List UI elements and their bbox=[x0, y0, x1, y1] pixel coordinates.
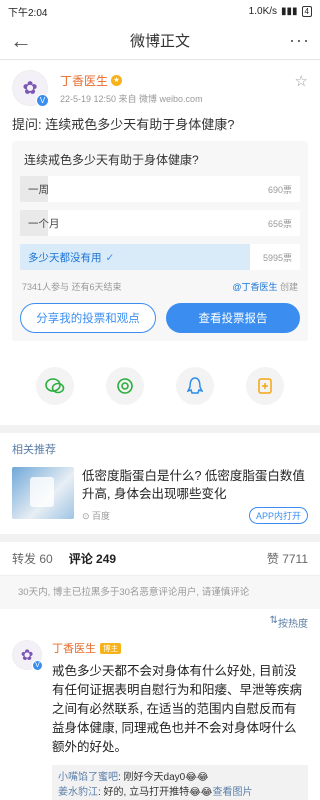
tab-likes[interactable]: 赞 7711 bbox=[267, 550, 308, 567]
comment-avatar[interactable]: ✿ V bbox=[12, 640, 43, 671]
more-options-icon[interactable]: ··· bbox=[280, 30, 310, 51]
author-name[interactable]: 丁香医生 bbox=[60, 72, 108, 89]
page-title: 微博正文 bbox=[129, 33, 190, 50]
reply-text: : 刚好今天day0😂😂 bbox=[118, 772, 209, 783]
related-section: 相关推荐 低密度脂蛋白是什么? 低密度脂蛋白数值升高, 身体会出现哪些变化 ⊙ … bbox=[0, 433, 320, 534]
poll-card: 连续戒色多少天有助于身体健康? 一周 690票 一个月 656票 多少天都没有用… bbox=[12, 141, 308, 341]
verified-icon: V bbox=[36, 94, 49, 107]
battery-icon: 4 bbox=[301, 5, 312, 17]
qq-icon[interactable] bbox=[176, 367, 214, 405]
related-card[interactable]: 低密度脂蛋白是什么? 低密度脂蛋白数值升高, 身体会出现哪些变化 ⊙ 百度 AP… bbox=[12, 467, 308, 524]
reply-author[interactable]: 小嘴馅了蜜吧 bbox=[58, 772, 118, 783]
wechat-icon[interactable] bbox=[36, 367, 74, 405]
view-report-button[interactable]: 查看投票报告 bbox=[166, 303, 300, 333]
reply-item: 姜水豹江: 好的, 立马打开推特😂😂查看图片 bbox=[58, 785, 302, 800]
poll-option[interactable]: 一个月 656票 bbox=[20, 210, 300, 236]
related-source: 百度 bbox=[92, 511, 111, 521]
back-arrow-icon[interactable]: ← bbox=[10, 28, 40, 54]
creator-suffix: 创建 bbox=[277, 282, 298, 292]
post-card: ✿ V 丁香医生 ★ 22-5-19 12:50 来自 微博 weibo.com… bbox=[0, 60, 320, 353]
qzone-icon[interactable] bbox=[246, 367, 284, 405]
post-meta: 22-5-19 12:50 来自 微博 weibo.com bbox=[60, 93, 203, 104]
share-vote-button[interactable]: 分享我的投票和观点 bbox=[20, 303, 156, 333]
poll-option[interactable]: 一周 690票 bbox=[20, 176, 300, 202]
comment-text: 戒色多少天都不会对身体有什么好处, 目前没有任何证据表明自慰行为和阳痿、早泄等疾… bbox=[52, 664, 303, 754]
view-image-link[interactable]: 查看图片 bbox=[212, 787, 252, 798]
share-row bbox=[0, 353, 320, 425]
poll-creator-link[interactable]: 丁香医生 bbox=[241, 282, 277, 292]
related-title: 相关推荐 bbox=[12, 444, 56, 456]
poll-option-label: 一个月 bbox=[28, 217, 60, 230]
tab-comment[interactable]: 评论 249 bbox=[69, 550, 116, 567]
reply-author[interactable]: 姜水豹江 bbox=[58, 787, 98, 798]
comment-item: ✿ V 丁香医生 博主 戒色多少天都不会对身体有什么好处, 目前没有任何证据表明… bbox=[0, 634, 320, 800]
comment-notice: 30天内, 博主已拉黑多于30名恶意评论用户, 请谨慎评论 bbox=[0, 576, 320, 609]
favorite-star-icon[interactable]: ☆ bbox=[295, 72, 308, 90]
member-badge-icon: ★ bbox=[111, 74, 123, 86]
flower-logo-icon: ✿ bbox=[22, 77, 38, 98]
baidu-icon: ⊙ bbox=[82, 511, 93, 521]
status-bar: 下午2:04 1.0K/s ▮▮▮ 4 bbox=[0, 0, 320, 22]
post-text: 提问: 连续戒色多少天有助于身体健康? bbox=[12, 117, 235, 132]
flower-logo-icon: ✿ bbox=[20, 647, 34, 664]
related-headline: 低密度脂蛋白是什么? 低密度脂蛋白数值升高, 身体会出现哪些变化 bbox=[82, 469, 305, 501]
poll-option-votes: 5995票 bbox=[262, 252, 292, 263]
author-avatar[interactable]: ✿ V bbox=[12, 70, 49, 107]
author-tag: 博主 bbox=[100, 642, 121, 654]
poll-title: 连续戒色多少天有助于身体健康? bbox=[24, 153, 199, 167]
related-thumbnail bbox=[12, 467, 74, 519]
network-speed: 1.0K/s bbox=[248, 5, 278, 17]
poll-option-selected[interactable]: 多少天都没有用 ✓ 5995票 bbox=[20, 244, 300, 270]
replies-box[interactable]: 小嘴馅了蜜吧: 刚好今天day0😂😂 姜水豹江: 好的, 立马打开推特😂😂查看图… bbox=[52, 765, 308, 800]
comment-tabs: 转发 60 评论 249 赞 7711 bbox=[0, 542, 320, 576]
poll-participants: 7341人参与 还有6天结束 bbox=[22, 282, 122, 292]
reply-item: 小嘴馅了蜜吧: 刚好今天day0😂😂 bbox=[58, 770, 302, 785]
sort-icon[interactable]: ⇅ bbox=[270, 615, 278, 630]
verified-icon: V bbox=[32, 660, 43, 671]
nav-bar: ← 微博正文 ··· bbox=[0, 22, 320, 60]
status-time: 下午2:04 bbox=[8, 7, 48, 19]
poll-option-label: 一周 bbox=[28, 183, 49, 196]
signal-icon: ▮▮▮ bbox=[281, 5, 298, 17]
moments-icon[interactable] bbox=[106, 367, 144, 405]
reply-text: : 好的, 立马打开推特😂😂 bbox=[98, 787, 213, 798]
open-in-app-button[interactable]: APP内打开 bbox=[248, 507, 308, 524]
poll-option-votes: 690票 bbox=[267, 184, 292, 195]
tab-repost[interactable]: 转发 60 bbox=[12, 550, 53, 567]
checkmark-icon: ✓ bbox=[105, 251, 115, 264]
poll-option-votes: 656票 bbox=[267, 218, 292, 229]
comment-author[interactable]: 丁香医生 bbox=[52, 640, 96, 656]
poll-option-label: 多少天都没有用 bbox=[28, 251, 102, 264]
sort-by-hot-button[interactable]: 按热度 bbox=[278, 615, 308, 630]
